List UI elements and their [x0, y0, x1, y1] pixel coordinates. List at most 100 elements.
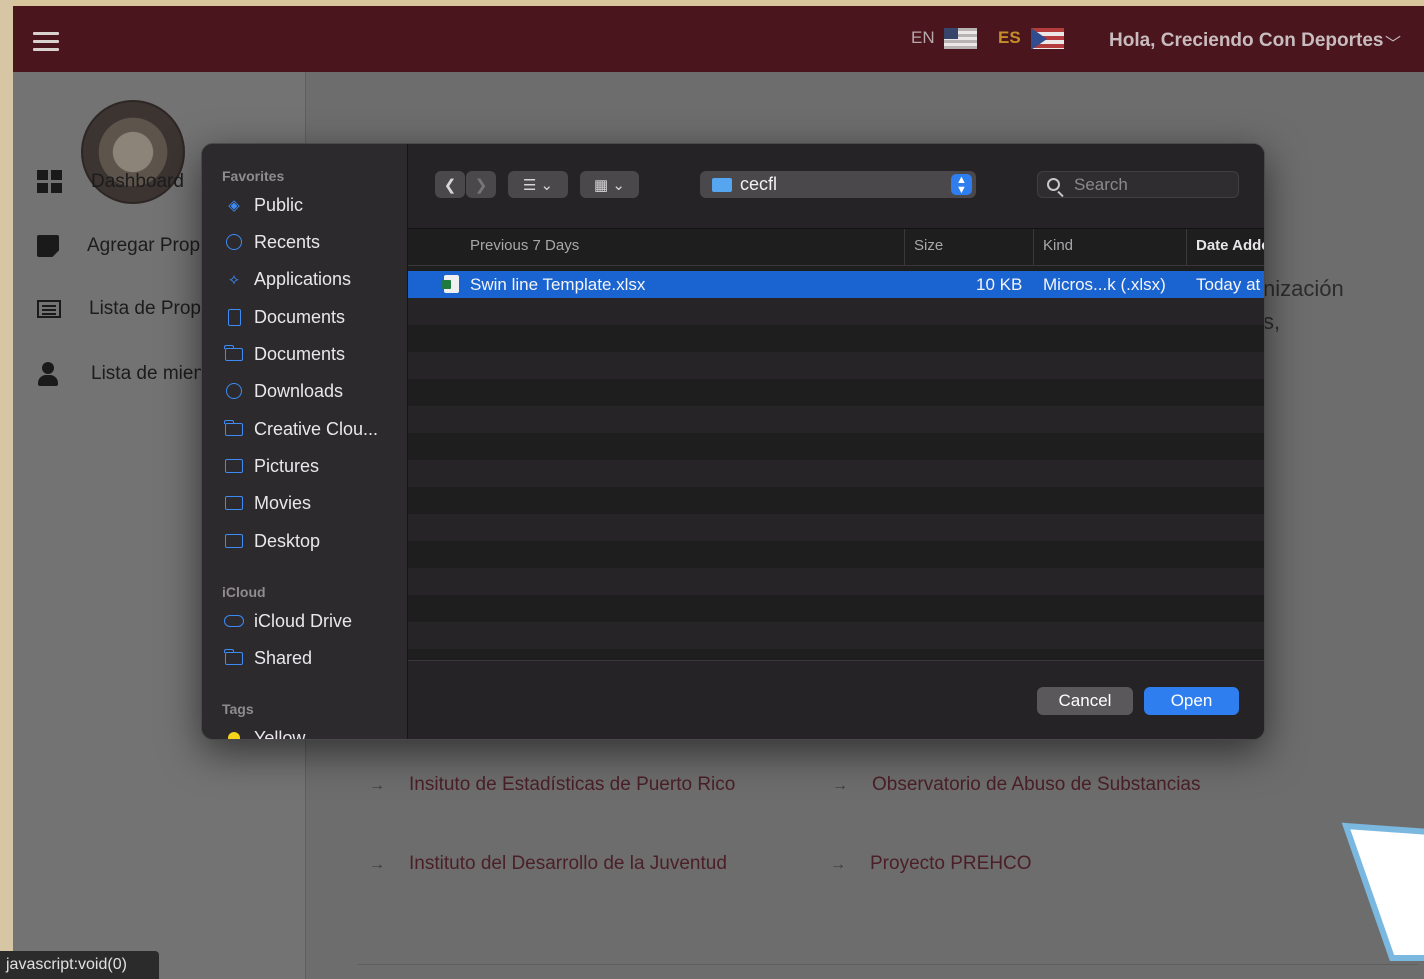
dashboard-icon: [37, 170, 63, 194]
search-input[interactable]: [1072, 173, 1226, 196]
column-size[interactable]: Size: [904, 229, 943, 265]
empty-row: [408, 298, 1264, 325]
desktop-icon: [224, 532, 244, 550]
list-view-button[interactable]: ☰ ⌄: [508, 171, 568, 198]
list-view-icon: ☰ ⌄: [522, 176, 554, 194]
sidebar-item-label: Public: [254, 194, 304, 215]
location-popup[interactable]: cecfl ▲ ▼: [700, 171, 976, 198]
sidebar-item-lista-miembros[interactable]: Lista de mien: [37, 358, 204, 390]
open-button[interactable]: Open: [1144, 687, 1239, 715]
sidebar-item-label: Lista de Propu: [89, 298, 212, 319]
pictures-icon: [224, 457, 244, 475]
link-prehco[interactable]: Proyecto PREHCO: [870, 853, 1032, 875]
file-date: Today at: [1196, 275, 1261, 294]
empty-row: [408, 514, 1264, 541]
dialog-main: ❮ ❯ ☰ ⌄ ▦ ⌄ cecfl ▲▼ Previous 7 Days Siz…: [408, 144, 1264, 739]
user-icon: [37, 362, 63, 386]
language-es-link[interactable]: ES: [998, 28, 1021, 48]
link-juventud[interactable]: Instituto del Desarrollo de la Juventud: [409, 853, 727, 875]
pr-flag-icon[interactable]: [1031, 28, 1064, 49]
sidebar-item-downloads[interactable]: Downloads: [224, 377, 343, 405]
background-text: nización: [1263, 276, 1344, 301]
applications-icon: ⟡: [229, 270, 239, 288]
empty-row: [408, 325, 1264, 352]
decorative-shape: [1341, 822, 1424, 961]
sidebar-item-label: Lista de mien: [91, 363, 205, 384]
file-list: Swin line Template.xlsx 10 KB Micros...k…: [408, 268, 1264, 660]
empty-row: [408, 460, 1264, 487]
sidebar-item-lista-propuestas[interactable]: Lista de Propu: [37, 293, 212, 325]
sidebar-item-label: Creative Clou...: [254, 418, 379, 439]
us-flag-icon[interactable]: [944, 28, 977, 49]
hamburger-menu-icon[interactable]: [33, 32, 59, 52]
column-name[interactable]: Previous 7 Days: [470, 229, 579, 265]
location-name: cecfl: [740, 174, 778, 194]
sidebar-item-applications[interactable]: ⟡ Applications: [224, 265, 351, 293]
column-date-added[interactable]: Date Adde: [1186, 229, 1264, 265]
empty-row: [408, 568, 1264, 595]
back-button[interactable]: ❮: [435, 171, 465, 198]
yellow-tag-icon: [228, 732, 240, 739]
empty-row: [408, 352, 1264, 379]
forward-button[interactable]: ❯: [466, 171, 496, 198]
dialog-toolbar: ❮ ❯ ☰ ⌄ ▦ ⌄ cecfl ▲ ▼: [408, 144, 1264, 229]
section-icloud: iCloud: [222, 584, 266, 600]
film-icon: [224, 494, 244, 512]
arrow-right-icon: →: [830, 856, 846, 873]
search-field[interactable]: [1037, 171, 1239, 198]
sidebar-item-movies[interactable]: Movies: [224, 489, 311, 517]
link-observatorio[interactable]: Observatorio de Abuso de Substancias: [872, 774, 1200, 796]
search-icon: [1047, 178, 1060, 191]
empty-row: [408, 541, 1264, 568]
chevron-down-icon[interactable]: ﹀: [1385, 30, 1401, 54]
sidebar-item-label: Pictures: [254, 455, 320, 476]
arrow-right-icon: →: [832, 777, 848, 794]
file-row[interactable]: Swin line Template.xlsx 10 KB Micros...k…: [408, 271, 1264, 298]
group-view-button[interactable]: ▦ ⌄: [580, 171, 639, 198]
sidebar-item-label: Documents: [254, 343, 346, 364]
empty-row: [408, 622, 1264, 649]
list-icon: [37, 300, 61, 318]
folder-icon: [224, 344, 244, 363]
empty-row: [408, 487, 1264, 514]
public-icon: ◈: [228, 197, 240, 214]
sidebar-item-pictures[interactable]: Pictures: [224, 452, 319, 480]
sidebar-item-documents-folder[interactable]: Documents: [224, 340, 345, 368]
sidebar-item-dashboard[interactable]: Dashboard: [37, 166, 184, 198]
sidebar-item-label: iCloud Drive: [254, 610, 353, 631]
chevron-right-icon: ❯: [474, 176, 488, 194]
link-estadisticas[interactable]: Insituto de Estadísticas de Puerto Rico: [409, 774, 735, 796]
file-open-dialog: Favorites ◈ Public Recents ⟡ Application…: [201, 143, 1265, 740]
shared-folder-icon: [224, 648, 244, 667]
sidebar-item-label: Applications: [254, 268, 352, 289]
language-en-link[interactable]: EN: [911, 28, 935, 48]
divider: [358, 964, 1418, 965]
folder-icon: [712, 177, 732, 192]
file-name: Swin line Template.xlsx: [470, 275, 646, 294]
empty-row: [408, 595, 1264, 622]
sidebar-item-public[interactable]: ◈ Public: [224, 191, 303, 219]
sidebar-item-shared[interactable]: Shared: [224, 644, 312, 672]
sidebar-item-label: Shared: [254, 647, 313, 668]
sidebar-item-creative-cloud[interactable]: Creative Clou...: [224, 415, 378, 443]
sidebar-item-label: Documents: [254, 306, 346, 327]
file-kind: Micros...k (.xlsx): [1043, 275, 1166, 294]
cancel-button[interactable]: Cancel: [1037, 687, 1133, 715]
sidebar-item-desktop[interactable]: Desktop: [224, 527, 320, 555]
sidebar-item-agregar[interactable]: Agregar Prop: [37, 230, 200, 262]
user-greeting-menu[interactable]: Hola, Creciendo Con Deportes: [1109, 30, 1384, 52]
sidebar-item-documents[interactable]: Documents: [224, 303, 345, 331]
cloud-icon: [224, 612, 244, 630]
sidebar-item-recents[interactable]: Recents: [224, 228, 320, 256]
dialog-sidebar: Favorites ◈ Public Recents ⟡ Application…: [202, 144, 408, 739]
top-navbar: EN ES Hola, Creciendo Con Deportes ﹀: [13, 6, 1424, 72]
background-left: [0, 0, 13, 979]
chevron-left-icon: ❮: [443, 176, 457, 194]
sidebar-item-tag-yellow[interactable]: Yellow: [224, 724, 305, 739]
grid-view-icon: ▦ ⌄: [594, 176, 625, 194]
empty-row: [408, 379, 1264, 406]
column-kind[interactable]: Kind: [1033, 229, 1073, 265]
sidebar-item-icloud-drive[interactable]: iCloud Drive: [224, 607, 352, 635]
sidebar-item-label: Desktop: [254, 530, 321, 551]
sidebar-item-label: Recents: [254, 231, 321, 252]
